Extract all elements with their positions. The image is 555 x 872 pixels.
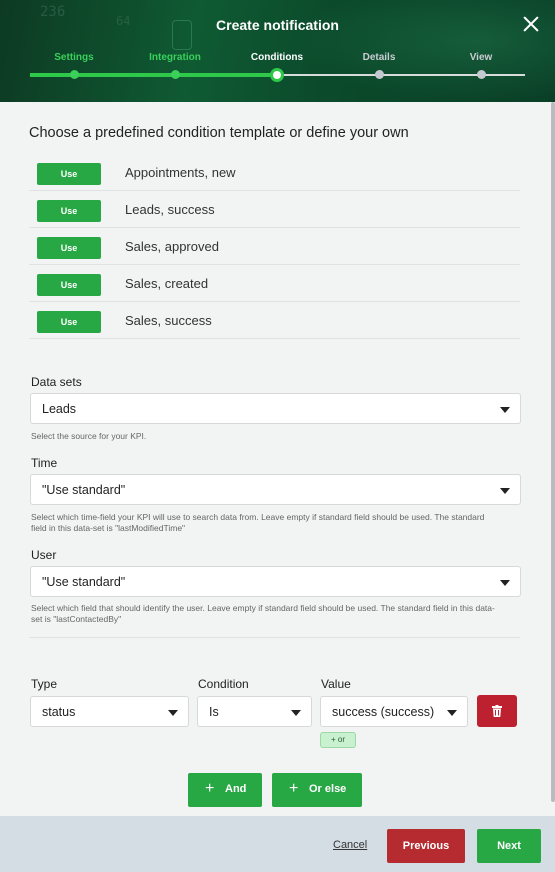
step-dot [70, 70, 79, 79]
value-label: Value [321, 677, 351, 691]
caret-down-icon [500, 407, 510, 413]
previous-button[interactable]: Previous [387, 829, 465, 863]
section-divider [29, 637, 520, 638]
plus-icon: + [289, 780, 299, 797]
time-help: Select which time-field your KPI will us… [31, 512, 485, 533]
user-label: User [31, 548, 57, 562]
step-label: View [469, 52, 493, 63]
user-help: Select which field that should identify … [31, 603, 495, 624]
datasets-value: Leads [42, 402, 77, 416]
add-or-button[interactable]: + or [320, 732, 356, 748]
caret-down-icon [291, 710, 301, 716]
add-or-else-button[interactable]: + Or else [272, 773, 362, 807]
caret-down-icon [168, 710, 178, 716]
step-label: Integration [149, 52, 201, 63]
type-value: status [42, 705, 76, 719]
cancel-link[interactable]: Cancel [333, 839, 367, 851]
template-row: Use Sales, created [29, 265, 520, 302]
type-select[interactable]: status [30, 696, 189, 727]
trash-icon [492, 705, 502, 717]
value-select[interactable]: success (success) [320, 696, 468, 727]
template-name: Sales, created [125, 276, 209, 291]
caret-down-icon [500, 580, 510, 586]
condition-value: Is [209, 705, 219, 719]
type-label: Type [31, 677, 58, 691]
and-label: And [225, 783, 247, 795]
use-template-button[interactable]: Use [37, 311, 101, 333]
datasets-select[interactable]: Leads [30, 393, 521, 424]
step-details[interactable]: Details [334, 52, 424, 79]
plus-icon: + [205, 780, 215, 797]
time-label: Time [31, 456, 58, 470]
use-template-button[interactable]: Use [37, 163, 101, 185]
use-template-button[interactable]: Use [37, 237, 101, 259]
step-view[interactable]: View [436, 52, 526, 79]
use-template-button[interactable]: Use [37, 200, 101, 222]
template-name: Sales, success [125, 313, 212, 328]
dialog-content: Choose a predefined condition template o… [0, 102, 555, 816]
step-dot [171, 70, 180, 79]
step-dot [270, 68, 284, 82]
add-and-button[interactable]: + And [188, 773, 262, 807]
user-value: "Use standard" [42, 575, 126, 589]
step-dot [477, 70, 486, 79]
time-select[interactable]: "Use standard" [30, 474, 521, 505]
caret-down-icon [500, 488, 510, 494]
datasets-help: Select the source for your KPI. [31, 431, 147, 441]
template-name: Leads, success [125, 202, 215, 217]
value-value: success (success) [332, 705, 435, 719]
step-settings[interactable]: Settings [29, 52, 119, 79]
close-icon[interactable] [521, 14, 541, 34]
step-conditions[interactable]: Conditions [232, 52, 322, 82]
step-integration[interactable]: Integration [130, 52, 220, 79]
condition-label: Condition [198, 677, 249, 691]
delete-condition-button[interactable] [477, 695, 517, 727]
use-template-button[interactable]: Use [37, 274, 101, 296]
caret-down-icon [447, 710, 457, 716]
dialog-title: Create notification [216, 17, 339, 33]
template-row: Use Sales, success [29, 302, 520, 339]
dialog-header: 236 64 Create notification Settings Inte… [0, 0, 555, 102]
template-row: Use Appointments, new [29, 154, 520, 191]
step-label: Details [362, 52, 396, 63]
dialog-footer: Cancel Previous Next [0, 816, 555, 872]
step-dot [375, 70, 384, 79]
wizard-steps: Settings Integration Conditions Details … [0, 52, 555, 92]
or-else-label: Or else [309, 783, 347, 795]
template-row: Use Sales, approved [29, 228, 520, 265]
step-label: Settings [54, 52, 94, 63]
next-button[interactable]: Next [477, 829, 541, 863]
template-row: Use Leads, success [29, 191, 520, 228]
template-list: Use Appointments, new Use Leads, success… [29, 154, 520, 339]
template-name: Sales, approved [125, 239, 219, 254]
progress-fill [30, 73, 277, 77]
user-select[interactable]: "Use standard" [30, 566, 521, 597]
condition-select[interactable]: Is [197, 696, 312, 727]
scrollbar[interactable] [551, 102, 555, 802]
templates-heading: Choose a predefined condition template o… [29, 125, 409, 141]
template-name: Appointments, new [125, 165, 236, 180]
step-label: Conditions [250, 52, 304, 63]
time-value: "Use standard" [42, 483, 126, 497]
datasets-label: Data sets [31, 375, 82, 389]
